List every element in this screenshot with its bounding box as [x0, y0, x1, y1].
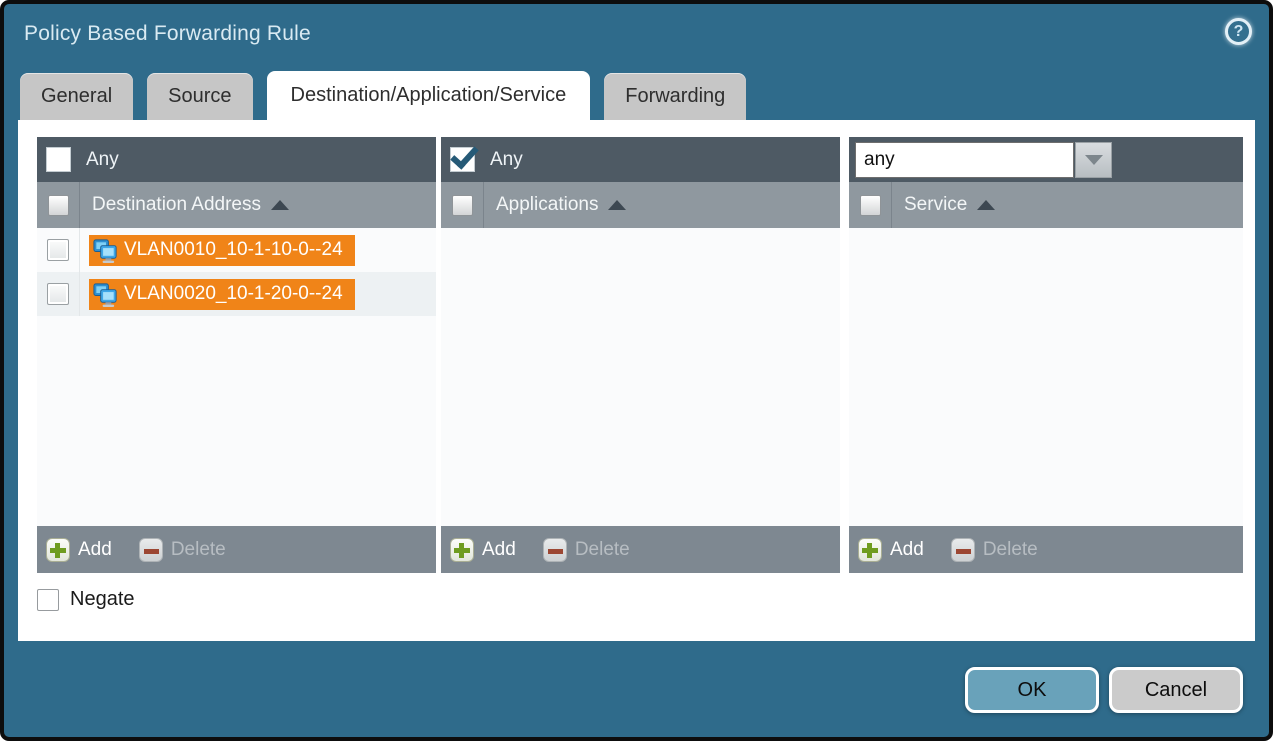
- add-plus-icon: [858, 538, 882, 562]
- sort-ascending-icon: [271, 200, 289, 210]
- address-object-label: VLAN0010_10-1-10-0--24: [124, 239, 343, 261]
- tab-bar: General Source Destination/Application/S…: [20, 68, 1269, 120]
- dialog-buttons: OK Cancel: [965, 667, 1243, 713]
- destination-column-header[interactable]: Destination Address: [37, 182, 436, 228]
- applications-list: [441, 228, 840, 526]
- panel-columns: Any Destination Address: [37, 137, 1243, 573]
- applications-any-checkbox[interactable]: [450, 147, 475, 172]
- delete-button[interactable]: Delete: [139, 538, 226, 562]
- policy-based-forwarding-dialog: Policy Based Forwarding Rule ? General S…: [0, 0, 1273, 741]
- applications-header-checkbox-cell: [441, 182, 484, 228]
- applications-column-header[interactable]: Applications: [441, 182, 840, 228]
- sort-ascending-icon: [977, 200, 995, 210]
- add-button-label: Add: [78, 539, 112, 561]
- tab-general[interactable]: General: [20, 73, 133, 120]
- applications-panel: Any Applications Add: [441, 137, 840, 573]
- destination-any-bar: Any: [37, 137, 436, 182]
- add-plus-icon: [46, 538, 70, 562]
- sort-ascending-icon: [608, 200, 626, 210]
- service-dropdown-value[interactable]: any: [855, 142, 1074, 178]
- dialog-title: Policy Based Forwarding Rule: [24, 22, 311, 46]
- service-footer: Add Delete: [849, 526, 1243, 573]
- add-button[interactable]: Add: [46, 538, 112, 562]
- cancel-button[interactable]: Cancel: [1109, 667, 1243, 713]
- negate-checkbox[interactable]: [37, 589, 59, 611]
- destination-column-header-label: Destination Address: [92, 194, 261, 216]
- tab-source[interactable]: Source: [147, 73, 252, 120]
- destination-any-checkbox[interactable]: [46, 147, 71, 172]
- add-plus-icon: [450, 538, 474, 562]
- negate-label: Negate: [70, 588, 135, 611]
- add-button-label: Add: [482, 539, 516, 561]
- add-button-label: Add: [890, 539, 924, 561]
- service-select-all-checkbox[interactable]: [860, 195, 881, 216]
- address-object-icon: [92, 237, 119, 264]
- tab-content: Any Destination Address: [18, 120, 1255, 641]
- destination-any-label: Any: [86, 149, 119, 171]
- table-row[interactable]: VLAN0020_10-1-20-0--24: [37, 272, 436, 316]
- delete-button-label: Delete: [983, 539, 1038, 561]
- delete-button[interactable]: Delete: [951, 538, 1038, 562]
- delete-minus-icon: [543, 538, 567, 562]
- service-column-header-label: Service: [904, 194, 967, 216]
- destination-list: VLAN0010_10-1-10-0--24: [37, 228, 436, 526]
- table-row[interactable]: VLAN0010_10-1-10-0--24: [37, 228, 436, 272]
- row-checkbox[interactable]: [47, 283, 69, 305]
- service-column-header[interactable]: Service: [849, 182, 1243, 228]
- delete-minus-icon: [951, 538, 975, 562]
- applications-any-label: Any: [490, 149, 523, 171]
- delete-button[interactable]: Delete: [543, 538, 630, 562]
- destination-footer: Add Delete: [37, 526, 436, 573]
- address-object-chip[interactable]: VLAN0020_10-1-20-0--24: [89, 279, 355, 310]
- tab-forwarding[interactable]: Forwarding: [604, 73, 746, 120]
- chevron-down-icon: [1085, 155, 1103, 165]
- tab-destination-application-service[interactable]: Destination/Application/Service: [267, 71, 591, 121]
- service-list: [849, 228, 1243, 526]
- applications-select-all-checkbox[interactable]: [452, 195, 473, 216]
- service-panel: any Service: [849, 137, 1243, 573]
- destination-select-all-checkbox[interactable]: [48, 195, 69, 216]
- row-checkbox[interactable]: [47, 239, 69, 261]
- service-header-checkbox-cell: [849, 182, 892, 228]
- delete-button-label: Delete: [171, 539, 226, 561]
- row-checkbox-cell: [37, 228, 80, 272]
- address-object-icon: [92, 281, 119, 308]
- destination-header-checkbox-cell: [37, 182, 80, 228]
- dialog-titlebar: Policy Based Forwarding Rule ?: [4, 4, 1269, 68]
- row-checkbox-cell: [37, 272, 80, 316]
- service-dropdown: any: [855, 142, 1112, 178]
- applications-column-header-label: Applications: [496, 194, 598, 216]
- address-object-label: VLAN0020_10-1-20-0--24: [124, 283, 343, 305]
- destination-address-panel: Any Destination Address: [37, 137, 436, 573]
- negate-row: Negate: [37, 588, 1243, 611]
- ok-button[interactable]: OK: [965, 667, 1099, 713]
- service-dropdown-bar: any: [849, 137, 1243, 182]
- applications-any-bar: Any: [441, 137, 840, 182]
- help-icon[interactable]: ?: [1225, 18, 1252, 45]
- address-object-chip[interactable]: VLAN0010_10-1-10-0--24: [89, 235, 355, 266]
- applications-footer: Add Delete: [441, 526, 840, 573]
- delete-button-label: Delete: [575, 539, 630, 561]
- add-button[interactable]: Add: [858, 538, 924, 562]
- delete-minus-icon: [139, 538, 163, 562]
- add-button[interactable]: Add: [450, 538, 516, 562]
- service-dropdown-button[interactable]: [1075, 142, 1112, 178]
